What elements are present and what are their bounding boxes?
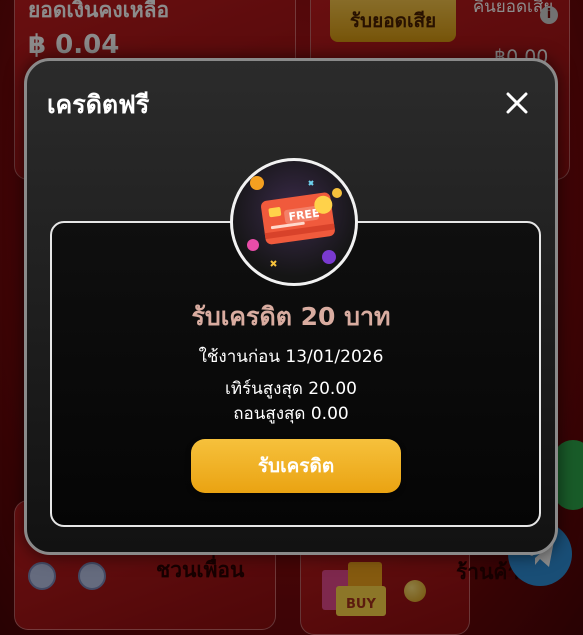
max-turnover-text: เทิร์นสูงสุด 20.00 (225, 379, 357, 399)
credit-amount-title: รับเครดิต 20 บาท (191, 302, 391, 331)
max-withdraw-text: ถอนสูงสุด 0.00 (233, 404, 349, 424)
close-icon (506, 92, 528, 114)
free-credit-modal: เครดิตฟรี FREE รับเครดิต 20 บาท ใช้งานก่… (24, 58, 558, 555)
free-credit-badge: FREE (230, 158, 358, 286)
close-button[interactable] (503, 89, 531, 117)
modal-title: เครดิตฟรี (47, 90, 150, 119)
claim-credit-button[interactable]: รับเครดิต (191, 439, 401, 493)
expiry-text: ใช้งานก่อน 13/01/2026 (198, 347, 384, 367)
free-card-icon: FREE (247, 176, 342, 267)
